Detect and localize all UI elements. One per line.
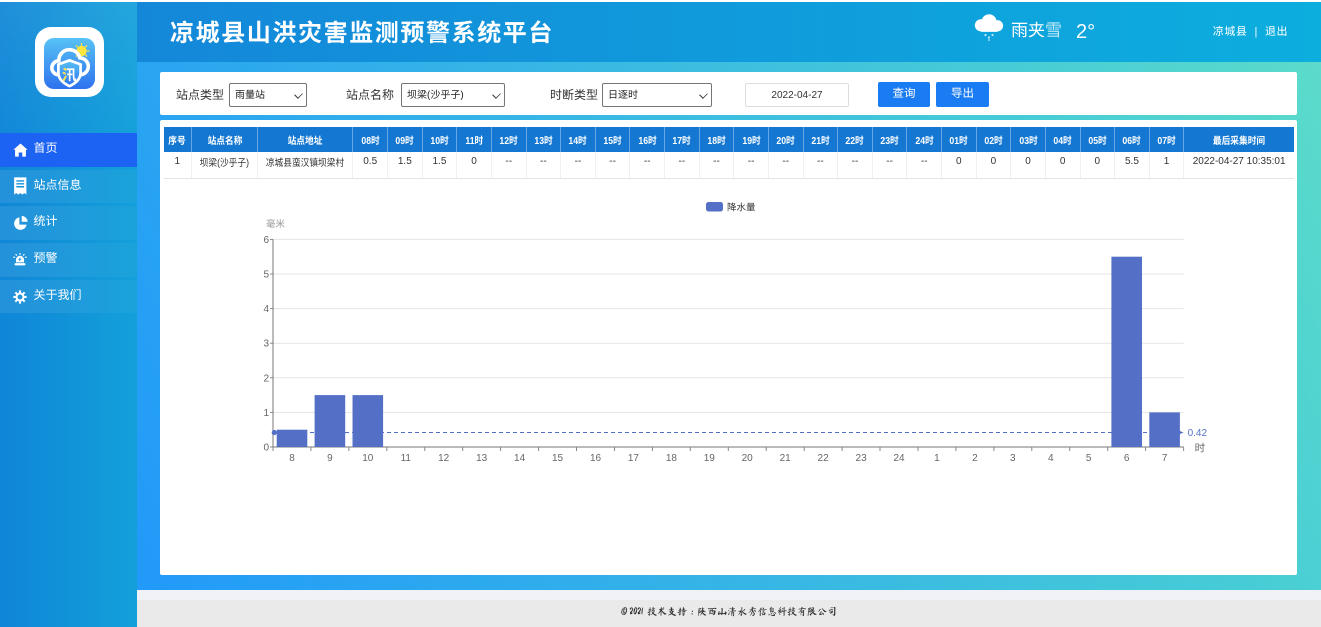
svg-text:17: 17 [628,453,640,464]
svg-text:8: 8 [289,453,295,464]
svg-text:21: 21 [780,453,792,464]
svg-text:4: 4 [263,304,269,315]
svg-text:14: 14 [514,453,526,464]
svg-text:2: 2 [263,373,269,384]
svg-text:13: 13 [476,453,488,464]
svg-text:20: 20 [742,453,754,464]
svg-text:时: 时 [1195,443,1206,455]
svg-text:3: 3 [263,339,269,350]
svg-text:3: 3 [1010,453,1016,464]
svg-text:7: 7 [1162,453,1168,464]
svg-text:5: 5 [1086,453,1092,464]
svg-text:22: 22 [818,453,830,464]
svg-text:9: 9 [327,453,333,464]
svg-text:1: 1 [263,408,269,419]
svg-text:19: 19 [704,453,716,464]
svg-text:5: 5 [263,270,269,281]
svg-text:12: 12 [438,453,450,464]
svg-text:23: 23 [856,453,868,464]
svg-text:6: 6 [263,235,269,246]
svg-text:6: 6 [1124,453,1130,464]
svg-text:降水量: 降水量 [727,203,756,214]
svg-text:0: 0 [263,443,269,454]
svg-text:11: 11 [401,453,412,464]
svg-text:毫米: 毫米 [266,218,286,230]
svg-text:0.42: 0.42 [1188,428,1208,439]
svg-text:2: 2 [972,453,978,464]
svg-text:4: 4 [1048,453,1054,464]
svg-text:16: 16 [590,453,602,464]
svg-text:24: 24 [893,453,905,464]
svg-text:1: 1 [934,453,940,464]
svg-text:10: 10 [362,453,374,464]
svg-text:15: 15 [552,453,564,464]
svg-text:18: 18 [666,453,678,464]
